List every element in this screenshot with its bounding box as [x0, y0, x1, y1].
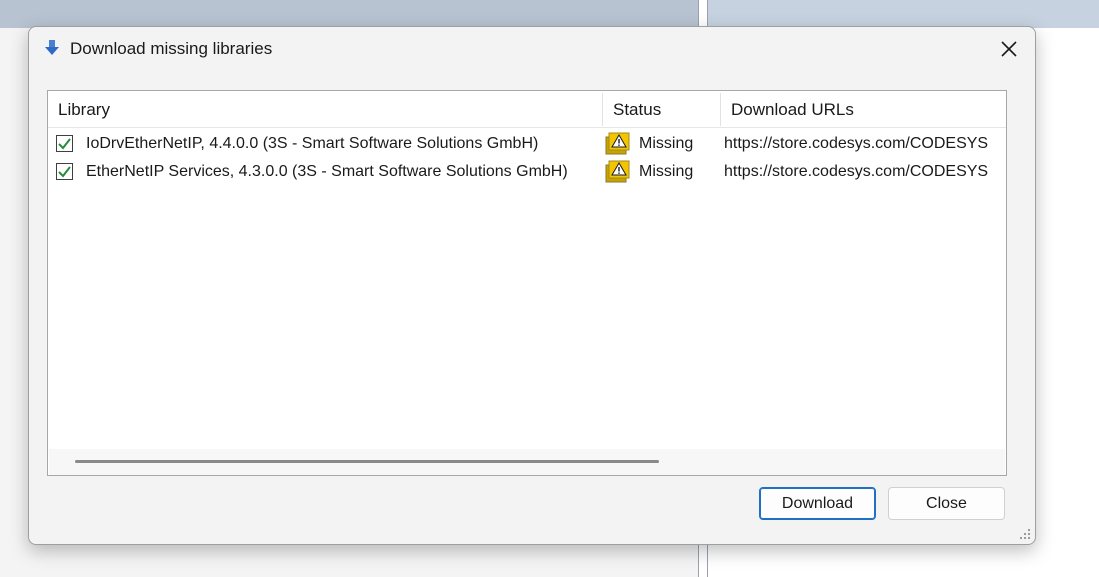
- column-header-library[interactable]: Library: [48, 91, 110, 128]
- background-toolbar-right: [708, 0, 1099, 28]
- scrollbar-thumb[interactable]: [75, 460, 659, 463]
- download-url: https://store.codesys.com/CODESYS: [724, 163, 989, 180]
- library-checkbox[interactable]: [56, 135, 73, 152]
- status-text: Missing: [639, 135, 694, 152]
- warning-icon: [605, 132, 630, 155]
- download-arrow-icon: [45, 40, 59, 55]
- close-icon[interactable]: [997, 37, 1021, 61]
- checkmark-icon: [58, 138, 71, 150]
- download-missing-libraries-dialog: Download missing libraries Library Statu…: [28, 26, 1036, 545]
- dialog-title: Download missing libraries: [70, 39, 273, 58]
- library-name: EtherNetIP Services, 4.3.0.0 (3S - Smart…: [86, 163, 568, 180]
- list-header: Library Status Download URLs: [48, 91, 1006, 128]
- resize-grip-icon[interactable]: [1019, 528, 1031, 540]
- table-row[interactable]: IoDrvEtherNetIP, 4.4.0.0 (3S - Smart Sof…: [48, 131, 1006, 159]
- status-text: Missing: [639, 163, 694, 180]
- library-name: IoDrvEtherNetIP, 4.4.0.0 (3S - Smart Sof…: [86, 135, 539, 152]
- warning-icon: [605, 160, 630, 183]
- download-button[interactable]: Download: [759, 487, 876, 520]
- close-button[interactable]: Close: [888, 487, 1005, 520]
- checkmark-icon: [58, 166, 71, 178]
- table-row[interactable]: EtherNetIP Services, 4.3.0.0 (3S - Smart…: [48, 159, 1006, 187]
- column-header-status[interactable]: Status: [603, 91, 661, 128]
- library-checkbox[interactable]: [56, 163, 73, 180]
- dialog-titlebar: Download missing libraries: [29, 27, 1035, 71]
- background-toolbar-left: [0, 0, 698, 28]
- libraries-list[interactable]: Library Status Download URLs IoDrvEtherN…: [47, 90, 1007, 476]
- horizontal-scrollbar[interactable]: [49, 449, 1005, 475]
- column-header-download-urls[interactable]: Download URLs: [721, 91, 854, 128]
- download-url: https://store.codesys.com/CODESYS: [724, 135, 989, 152]
